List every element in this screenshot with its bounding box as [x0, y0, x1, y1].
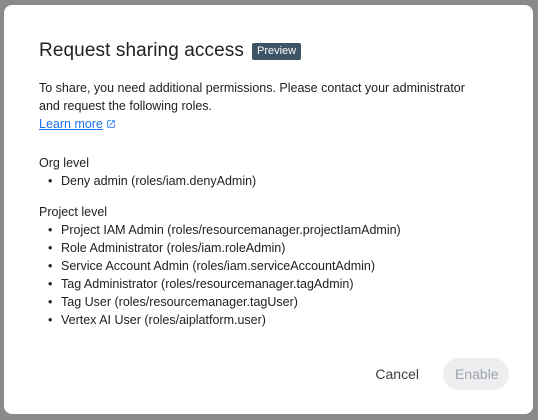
open-in-new-icon [107, 120, 115, 128]
enable-button[interactable]: Enable [443, 358, 509, 390]
project-level-section: Project level • Project IAM Admin (roles/… [39, 203, 498, 329]
learn-more-link[interactable]: Learn more [39, 115, 116, 133]
project-role-list: • Project IAM Admin (roles/resourcemanage… [39, 221, 498, 329]
dialog-description: To share, you need additional permission… [39, 81, 465, 113]
role-item: • Tag User (roles/resourcemanager.tagUser… [48, 293, 498, 311]
preview-badge: Preview [251, 42, 302, 60]
bullet-icon: • [48, 277, 53, 291]
role-label: Tag Administrator (roles/resourcemanager… [61, 277, 354, 291]
role-item: • Vertex AI User (roles/aiplatform.user) [48, 311, 498, 329]
bullet-icon: • [48, 223, 53, 237]
dialog-header: Request sharing access Preview [39, 38, 498, 64]
request-access-dialog: Request sharing access Preview To share,… [4, 5, 533, 414]
dialog-actions: Cancel Enable [365, 358, 509, 390]
role-item: • Service Account Admin (roles/iam.servic… [48, 257, 498, 275]
role-label: Project IAM Admin (roles/resourcemanager… [61, 223, 401, 237]
role-label: Deny admin (roles/iam.denyAdmin) [61, 174, 257, 188]
learn-more-label: Learn more [39, 117, 103, 131]
role-label: Vertex AI User (roles/aiplatform.user) [61, 313, 266, 327]
role-item: • Project IAM Admin (roles/resourcemanage… [48, 221, 498, 239]
role-item: • Tag Administrator (roles/resourcemanage… [48, 275, 498, 293]
bullet-icon: • [48, 259, 53, 273]
bullet-icon: • [48, 174, 53, 188]
org-level-heading: Org level [39, 156, 90, 170]
bullet-icon: • [48, 313, 53, 327]
role-item: • Deny admin (roles/iam.denyAdmin) [48, 172, 498, 190]
role-label: Tag User (roles/resourcemanager.tagUser) [61, 295, 298, 309]
bullet-icon: • [48, 241, 53, 255]
role-label: Service Account Admin (roles/iam.service… [61, 259, 376, 273]
org-level-section: Org level • Deny admin (roles/iam.denyAdm… [39, 154, 498, 190]
role-label: Role Administrator (roles/iam.roleAdmin) [61, 241, 286, 255]
cancel-button[interactable]: Cancel [365, 358, 429, 390]
dialog-title: Request sharing access [39, 40, 244, 61]
bullet-icon: • [48, 295, 53, 309]
org-role-list: • Deny admin (roles/iam.denyAdmin) [39, 172, 498, 190]
project-level-heading: Project level [39, 205, 108, 219]
role-item: • Role Administrator (roles/iam.roleAdmin… [48, 239, 498, 257]
